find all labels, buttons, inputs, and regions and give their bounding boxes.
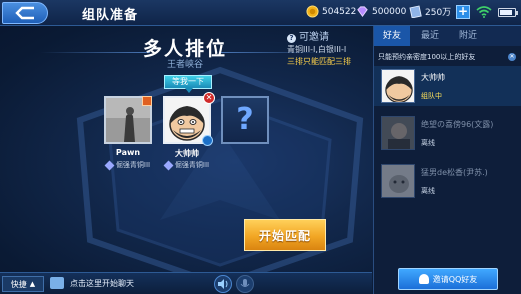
team-emblem-background (76, 66, 364, 289)
remove-player-button[interactable]: ✕ (203, 92, 215, 104)
back-button[interactable] (2, 2, 48, 24)
rank-gem-icon (104, 160, 115, 170)
battery-fill (500, 10, 512, 15)
friend-name: 绝望の喜傍96(文露) (421, 120, 494, 129)
wait-tag: 等我一下 (164, 75, 212, 93)
top-bar: 组队准备 504522 500000 250万 + (0, 0, 521, 26)
player-rank-text: 倔强青铜III (115, 161, 151, 169)
chat-bubble-icon (50, 277, 64, 289)
invite-team-rule: 三排只能匹配三排 (287, 57, 351, 66)
team-slot-1[interactable] (104, 96, 152, 144)
invite-rules: ? 可邀请 青铜III-I,白银III-I 三排只能匹配三排 (287, 32, 351, 68)
friend-avatar (381, 69, 415, 103)
chat-bar: 快捷 ▲ 点击这里开始聊天 (0, 272, 372, 294)
friends-tabs: 好友 最近 附近 (374, 26, 521, 46)
diamond-counter: 500000 (356, 5, 406, 18)
gold-amount: 504522 (322, 6, 357, 17)
back-arrow-icon (15, 6, 34, 20)
invite-qq-friends-button[interactable]: 邀请QQ好友 (398, 268, 498, 290)
speaker-icon (218, 279, 228, 289)
friend-list-item[interactable]: 大帅帅 组队中 (374, 66, 521, 106)
friend-list-item[interactable]: 绝望の喜傍96(文露) 离线 (374, 113, 521, 153)
friend-avatar-image (382, 70, 414, 102)
player-rank: 倔强青铜III (152, 160, 222, 170)
player-rank-text: 倔强青铜III (174, 161, 210, 169)
friend-avatar (381, 116, 415, 150)
team-slot-2[interactable]: ✕ (163, 92, 215, 146)
player-name: 大帅帅 (175, 149, 199, 158)
speaker-icon (202, 135, 213, 146)
invite-heading-text: 可邀请 (299, 32, 329, 43)
quick-chat-label: 快捷 (10, 279, 27, 289)
microphone-toggle-button[interactable] (236, 275, 254, 293)
friend-status: 离线 (421, 187, 435, 195)
speaker-toggle-button[interactable] (214, 275, 232, 293)
help-icon: ? (287, 33, 296, 43)
friend-avatar-image (382, 117, 414, 149)
tab-recent[interactable]: 最近 (412, 26, 448, 46)
friend-status: 离线 (421, 139, 435, 147)
add-currency-button[interactable]: + (456, 5, 470, 19)
question-mark-icon: ? (236, 102, 254, 137)
friend-name: 猛男de松香(尹苏.) (421, 168, 488, 177)
tab-friends[interactable]: 好友 (374, 26, 410, 46)
page-title: 组队准备 (82, 8, 139, 23)
friends-panel: 好友 最近 附近 只能预约亲密度100以上的好友 ✕ 大帅帅 组队中 绝望の喜傍… (373, 26, 521, 294)
friend-list-item[interactable]: 猛男de松香(尹苏.) 离线 (374, 161, 521, 201)
rank-gem-icon (163, 160, 174, 170)
close-notice-icon[interactable]: ✕ (508, 53, 516, 61)
player-name: Pawn (115, 148, 141, 157)
qq-icon (418, 274, 429, 284)
friend-avatar-image (382, 165, 414, 197)
gold-coin-icon (306, 5, 319, 18)
start-matching-button[interactable]: 开始匹配 (244, 219, 326, 251)
invite-rules-heading[interactable]: ? 可邀请 (287, 32, 351, 44)
invite-rank-range: 青铜III-I,白银III-I (287, 45, 347, 54)
wifi-icon (476, 6, 492, 18)
team-slot-3-empty[interactable]: ? (221, 96, 269, 144)
gold-counter: 504522 (306, 5, 356, 18)
rank-badge-icon (142, 96, 152, 106)
divider-left (40, 52, 150, 53)
voucher-counter: 250万 (409, 5, 451, 18)
chevron-up-icon: ▲ (29, 280, 36, 288)
map-name: 王者峡谷 (166, 60, 203, 70)
voucher-icon (409, 5, 422, 18)
intimacy-notice-text: 只能预约亲密度100以上的好友 (378, 53, 476, 61)
chat-input[interactable]: 点击这里开始聊天 (68, 276, 210, 292)
tab-nearby[interactable]: 附近 (450, 26, 486, 46)
diamond-icon (357, 6, 368, 17)
friend-avatar (381, 164, 415, 198)
voucher-amount: 250万 (425, 8, 452, 18)
player-avatar (165, 98, 209, 142)
battery-icon (498, 8, 518, 17)
friend-name: 大帅帅 (421, 73, 445, 82)
friend-status: 组队中 (421, 92, 442, 100)
microphone-icon (240, 279, 250, 287)
quick-chat-button[interactable]: 快捷 ▲ (2, 276, 44, 292)
intimacy-notice: 只能预约亲密度100以上的好友 ✕ (376, 50, 520, 64)
diamond-amount: 500000 (372, 6, 407, 17)
invite-qq-label: 邀请QQ好友 (432, 274, 478, 284)
